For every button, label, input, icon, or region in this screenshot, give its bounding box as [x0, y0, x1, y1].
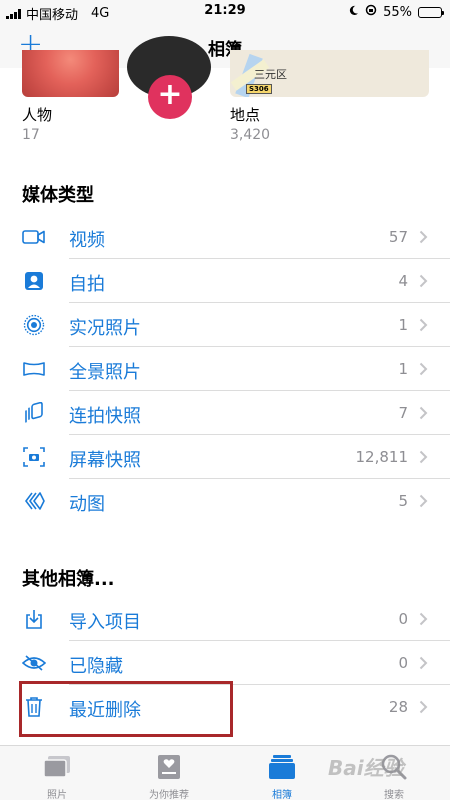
chevron-right-icon — [416, 316, 430, 334]
tab-label: 为你推荐 — [149, 790, 189, 800]
media-row-label: 自拍 — [69, 274, 105, 295]
media-row-label: 屏幕快照 — [69, 450, 141, 471]
live-photo-icon — [22, 314, 46, 336]
for-you-tab-icon — [154, 752, 184, 782]
media-row-count: 5 — [398, 492, 408, 510]
media-row-live-photo[interactable]: 实况照片 1 — [0, 303, 450, 347]
chevron-right-icon — [416, 404, 430, 422]
media-types-list: 视频 57 自拍 4 实况照片 1 全景照片 1 连拍快照 7 屏幕快照 12,… — [0, 215, 450, 523]
photos-tab-icon — [42, 752, 72, 782]
video-camera-icon — [22, 226, 46, 248]
other-row-hidden[interactable]: 已隐藏 0 — [0, 641, 450, 685]
portrait-icon — [22, 270, 46, 292]
animated-icon — [22, 490, 46, 512]
media-types-title: 媒体类型 — [22, 185, 94, 206]
status-bar: 中国移动 4G 21:29 55% — [0, 0, 450, 24]
media-row-label: 实况照片 — [69, 318, 141, 339]
media-row-count: 4 — [398, 272, 408, 290]
chevron-right-icon — [416, 360, 430, 378]
screenshot-icon — [22, 446, 46, 468]
hidden-eye-icon — [22, 652, 46, 674]
other-row-imports[interactable]: 导入项目 0 — [0, 597, 450, 641]
media-row-video[interactable]: 视频 57 — [0, 215, 450, 259]
chevron-right-icon — [416, 654, 430, 672]
media-row-label: 连拍快照 — [69, 406, 141, 427]
media-row-count: 1 — [398, 360, 408, 378]
other-row-label: 导入项目 — [69, 612, 141, 633]
other-albums-title: 其他相簿... — [22, 569, 115, 590]
import-icon — [22, 608, 46, 630]
moon-icon — [348, 5, 359, 20]
people-album-name[interactable]: 人物 — [22, 104, 52, 125]
other-row-count: 0 — [398, 610, 408, 628]
places-album-name[interactable]: 地点 — [230, 104, 260, 125]
battery-percent: 55% — [383, 4, 412, 20]
battery-icon — [418, 6, 444, 18]
status-right: 55% — [348, 4, 444, 20]
media-row-count: 1 — [398, 316, 408, 334]
chevron-right-icon — [416, 448, 430, 466]
media-row-selfie[interactable]: 自拍 4 — [0, 259, 450, 303]
people-album-count: 17 — [22, 127, 40, 143]
media-row-panorama[interactable]: 全景照片 1 — [0, 347, 450, 391]
media-row-animated[interactable]: 动图 5 — [0, 479, 450, 523]
media-row-label: 动图 — [69, 494, 105, 515]
panorama-icon — [22, 358, 46, 380]
tab-photos[interactable]: 照片 — [12, 746, 102, 800]
media-row-screenshot[interactable]: 屏幕快照 12,811 — [0, 435, 450, 479]
media-row-count: 57 — [388, 228, 408, 246]
media-row-label: 视频 — [69, 230, 105, 251]
chevron-right-icon — [416, 228, 430, 246]
map-road-badge: S306 — [246, 84, 272, 94]
watermark: Bai经验 — [328, 756, 404, 780]
media-row-count: 12,811 — [355, 448, 409, 466]
places-album-count: 3,420 — [230, 127, 271, 143]
rotation-lock-icon — [365, 4, 377, 20]
media-row-label: 全景照片 — [69, 362, 141, 383]
chevron-right-icon — [416, 610, 430, 628]
burst-icon — [22, 402, 46, 424]
albums-tab-icon — [267, 752, 297, 782]
tab-albums[interactable]: 相簿 — [237, 746, 327, 800]
chevron-right-icon — [416, 698, 430, 716]
media-row-burst[interactable]: 连拍快照 7 — [0, 391, 450, 435]
tab-label: 相簿 — [272, 790, 292, 800]
places-album-thumbnail[interactable]: 三元区 S306 — [230, 50, 429, 97]
tab-for-you[interactable]: 为你推荐 — [124, 746, 214, 800]
chevron-right-icon — [416, 272, 430, 290]
people-album-thumbnail[interactable] — [22, 50, 119, 97]
map-place-label: 三元区 — [254, 68, 287, 81]
media-row-count: 7 — [398, 404, 408, 422]
tab-label: 搜索 — [384, 790, 404, 800]
add-person-icon: + — [148, 75, 192, 119]
tab-label: 照片 — [47, 790, 67, 800]
highlight-box — [19, 681, 233, 737]
other-row-label: 已隐藏 — [69, 656, 123, 677]
chevron-right-icon — [416, 492, 430, 510]
other-row-count: 28 — [388, 698, 408, 716]
other-row-count: 0 — [398, 654, 408, 672]
